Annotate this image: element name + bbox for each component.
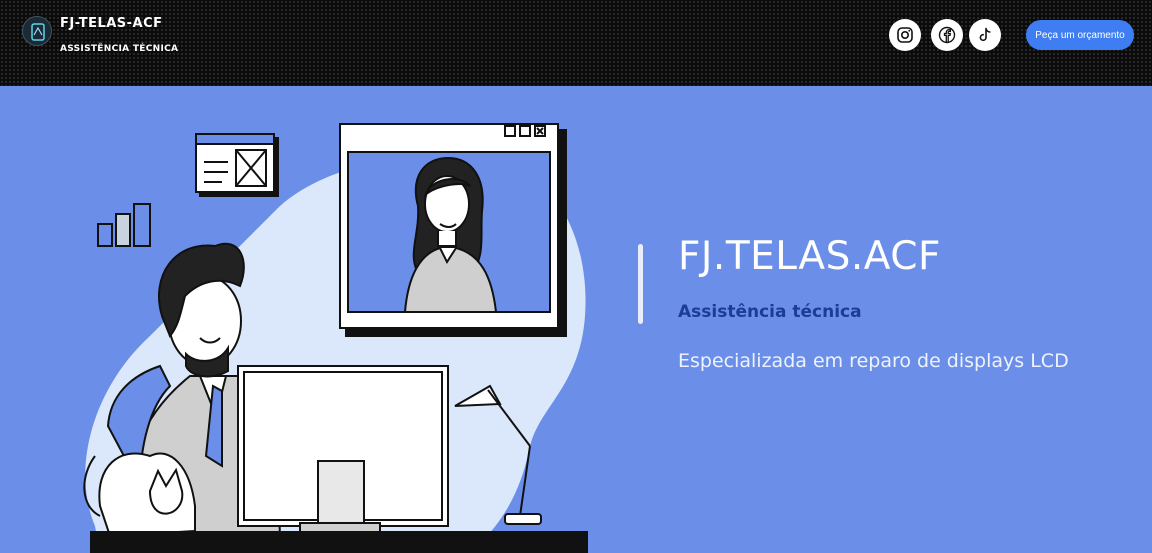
facebook-link[interactable] [931,19,963,51]
hero-section: FJ.TELAS.ACF Assistência técnica Especia… [0,86,1152,553]
title-divider [638,244,643,324]
tech-support-illustration [83,123,588,553]
hero-description: Especializada em reparo de displays LCD [678,350,1069,372]
tiktok-icon [979,27,991,42]
instagram-link[interactable] [889,19,921,51]
logo-icon[interactable] [22,16,52,46]
hero-title: FJ.TELAS.ACF [678,234,941,279]
monitor-illustration [237,365,449,534]
tiktok-link[interactable] [969,19,1001,51]
video-call-window [339,123,567,337]
bar-chart-icon [97,203,151,247]
browser-card-icon [195,133,279,197]
quote-request-button[interactable]: Peça um orçamento [1026,20,1134,50]
site-header: FJ-TELAS-ACF ASSISTÊNCIA TÉCNICA Peça um… [0,0,1152,86]
brand-tagline: ASSISTÊNCIA TÉCNICA [60,44,179,54]
instagram-icon [897,27,913,43]
brand-name[interactable]: FJ-TELAS-ACF [60,16,163,31]
hero-subtitle: Assistência técnica [678,302,862,322]
facebook-icon [938,26,956,44]
